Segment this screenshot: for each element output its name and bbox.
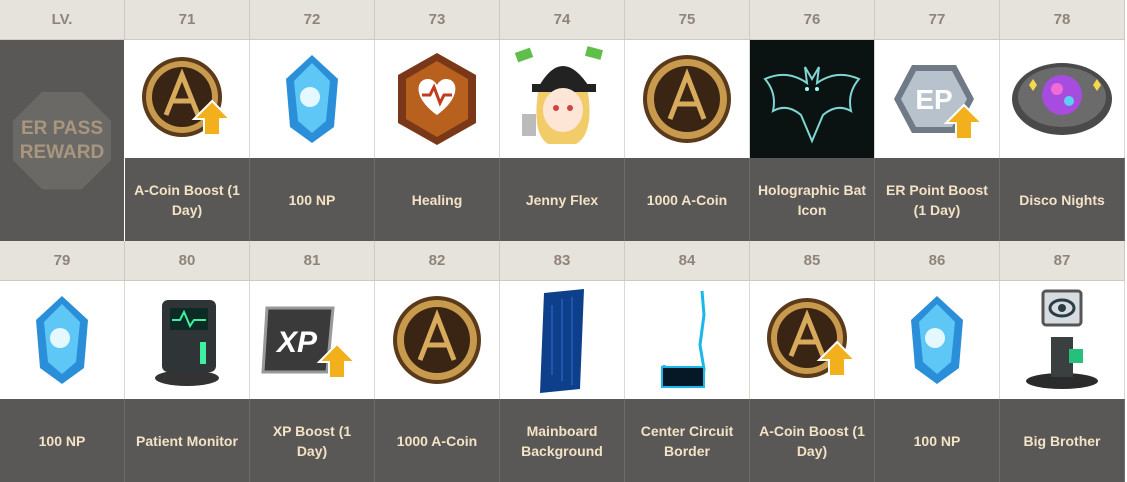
reward-name: 100 NP (250, 158, 375, 241)
octagon-badge: ER PASS REWARD (13, 91, 111, 190)
side-label-line1: ER PASS (20, 117, 103, 139)
level-number: 73 (375, 0, 500, 40)
reward-name: Mainboard Background (500, 399, 625, 482)
reward-name: 1000 A-Coin (625, 158, 750, 241)
level-number: 86 (875, 241, 1000, 281)
reward-name: 100 NP (0, 399, 125, 482)
mainboard-background-icon (540, 289, 584, 393)
patient-monitor-icon (155, 300, 219, 386)
circuit-border-icon (661, 290, 706, 388)
level-number: 87 (1000, 241, 1125, 281)
healing-heart-icon (398, 53, 476, 145)
level-number: 78 (1000, 0, 1125, 40)
np-crystal-icon (911, 296, 963, 384)
reward-icon-cell[interactable] (625, 281, 750, 399)
reward-name: Jenny Flex (500, 158, 625, 241)
er-pass-reward-label: ER PASS REWARD (0, 40, 125, 241)
reward-icon-cell[interactable] (375, 40, 500, 158)
reward-name: Disco Nights (1000, 158, 1125, 241)
level-number: 82 (375, 241, 500, 281)
reward-name: Big Brother (1000, 399, 1125, 482)
reward-name: A-Coin Boost (1 Day) (125, 158, 250, 241)
reward-name: Healing (375, 158, 500, 241)
level-number: 75 (625, 0, 750, 40)
reward-name: 100 NP (875, 399, 1000, 482)
level-number: 76 (750, 0, 875, 40)
np-crystal-icon (286, 55, 338, 143)
reward-icon-cell[interactable] (375, 281, 500, 399)
reward-icon-cell[interactable] (750, 281, 875, 399)
holographic-bat-icon (763, 66, 861, 144)
level-number: 79 (0, 241, 125, 281)
reward-name: XP Boost (1 Day) (250, 399, 375, 482)
level-number: 84 (625, 241, 750, 281)
level-number: 72 (250, 0, 375, 40)
np-crystal-icon (36, 296, 88, 384)
level-number: 83 (500, 241, 625, 281)
reward-icon-cell[interactable] (125, 40, 250, 158)
xp-boost-icon: XP (261, 306, 358, 379)
reward-icon-cell[interactable] (1000, 281, 1125, 399)
reward-name: A-Coin Boost (1 Day) (750, 399, 875, 482)
reward-icon-cell[interactable]: EP (875, 40, 1000, 158)
level-number: 81 (250, 241, 375, 281)
big-brother-camera-icon (1026, 289, 1098, 389)
reward-icon-cell[interactable] (125, 281, 250, 399)
acoin-icon (643, 55, 731, 143)
acoin-boost-icon (767, 298, 858, 378)
reward-icon-cell[interactable] (0, 281, 125, 399)
svg-text:XP: XP (275, 326, 318, 359)
jenny-flex-emote-icon (514, 46, 604, 144)
acoin-boost-icon (142, 57, 233, 137)
ep-boost-icon: EP (894, 65, 985, 140)
level-number: 85 (750, 241, 875, 281)
reward-name: Center Circuit Border (625, 399, 750, 482)
reward-name: 1000 A-Coin (375, 399, 500, 482)
reward-icon-cell[interactable] (1000, 40, 1125, 158)
reward-icon-cell[interactable]: XP (250, 281, 375, 399)
reward-icon-cell[interactable] (500, 40, 625, 158)
reward-name: ER Point Boost (1 Day) (875, 158, 1000, 241)
reward-name: Patient Monitor (125, 399, 250, 482)
reward-icon-cell[interactable] (750, 40, 875, 158)
reward-icon-cell[interactable] (875, 281, 1000, 399)
reward-icon-cell[interactable] (250, 40, 375, 158)
reward-icon-cell[interactable] (500, 281, 625, 399)
reward-icon-cell[interactable] (625, 40, 750, 158)
side-label-line2: REWARD (19, 141, 105, 163)
acoin-icon (393, 296, 481, 384)
reward-table: LV. 71 72 73 74 75 76 77 78 ER PASS REWA… (0, 0, 1127, 482)
level-number: 77 (875, 0, 1000, 40)
level-number: 71 (125, 0, 250, 40)
reward-name: Holographic Bat Icon (750, 158, 875, 241)
lv-header: LV. (0, 0, 125, 40)
disco-ball-icon (1012, 63, 1112, 135)
level-number: 80 (125, 241, 250, 281)
svg-text:EP: EP (915, 84, 952, 115)
level-number: 74 (500, 0, 625, 40)
